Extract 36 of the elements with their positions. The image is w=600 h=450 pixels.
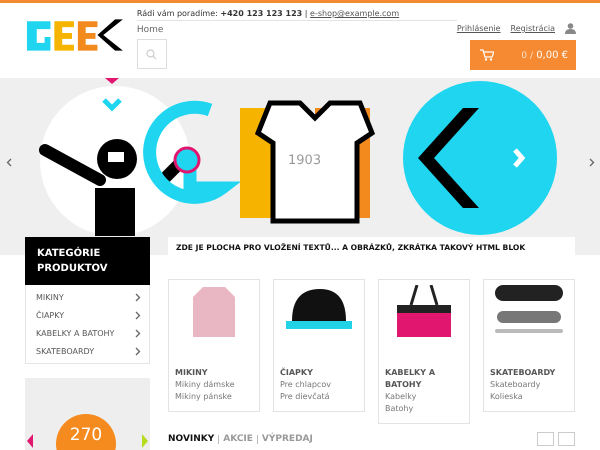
- subcategory-link[interactable]: Batohy: [385, 403, 463, 415]
- card-title[interactable]: KABELKY A BATOHY: [385, 367, 463, 391]
- left-triangle-icon: [27, 434, 33, 448]
- user-icon[interactable]: [565, 23, 576, 34]
- subcategory-link[interactable]: Pre dievčatá: [280, 391, 358, 403]
- shirt-number: 1903: [288, 153, 322, 168]
- category-item[interactable]: MIKINY: [26, 288, 149, 306]
- subcategory-link[interactable]: Pre chlapcov: [280, 379, 358, 391]
- next-slide-icon[interactable]: [589, 158, 595, 167]
- breadcrumb-home[interactable]: Home: [136, 25, 457, 35]
- card-title[interactable]: ČIAPKY: [280, 367, 358, 379]
- promo-number: 270: [56, 414, 116, 450]
- category-card[interactable]: SKATEBOARDY Skateboardy Kolieska: [483, 279, 575, 412]
- contact-info: Rádi vám poradíme: +420 123 123 123 | e-shop@example.com: [136, 9, 457, 21]
- category-card[interactable]: MIKINY Mikiny dámske Mikiny pánske: [168, 279, 260, 412]
- cart-icon: [480, 49, 494, 61]
- product-tab[interactable]: NOVINKY: [168, 434, 214, 444]
- subcategory-link[interactable]: Skateboardy: [490, 379, 568, 391]
- login-link[interactable]: Prihlásenie: [456, 24, 501, 33]
- search-icon: [146, 48, 158, 60]
- subcategory-link[interactable]: Mikiny dámske: [175, 379, 253, 391]
- card-title[interactable]: SKATEBOARDY: [490, 367, 568, 379]
- subcategory-link[interactable]: Kabelky: [385, 391, 463, 403]
- category-item[interactable]: KABELKY A BATOHY: [26, 324, 149, 342]
- categories-heading: KATEGÓRIE PRODUKTOV: [25, 237, 150, 285]
- subcategory-link[interactable]: Mikiny pánske: [175, 391, 253, 403]
- previous-slide-icon[interactable]: [6, 158, 12, 167]
- register-link[interactable]: Registrácia: [510, 24, 555, 33]
- card-title[interactable]: MIKINY: [175, 367, 253, 379]
- right-triangle-icon: [142, 434, 148, 448]
- category-item[interactable]: SKATEBOARDY: [26, 342, 149, 360]
- category-item[interactable]: ČIAPKY: [26, 306, 149, 324]
- email-link[interactable]: e-shop@example.com: [310, 9, 400, 18]
- category-card[interactable]: ČIAPKY Pre chlapcov Pre dievčatá: [273, 279, 365, 412]
- category-card[interactable]: KABELKY A BATOHY Kabelky Batohy: [378, 279, 470, 424]
- subcategory-link[interactable]: Kolieska: [490, 391, 568, 403]
